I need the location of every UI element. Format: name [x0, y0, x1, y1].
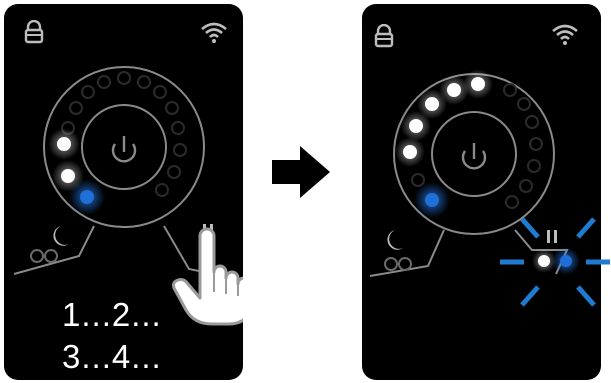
led-dot [57, 137, 71, 151]
count-line-1: 1...2... [62, 296, 162, 333]
led-dot-blue [80, 190, 94, 204]
led-dot [403, 145, 417, 159]
hand-pointer-icon [172, 227, 243, 326]
arrow-right-icon [272, 146, 330, 198]
device-before-panel: 1...2... 3...4... [4, 4, 243, 380]
moon-icon [387, 230, 403, 250]
moon-icon [53, 226, 69, 246]
led-dot [447, 83, 461, 97]
ring-control-after [369, 69, 580, 277]
led-dot [61, 169, 75, 183]
blink-rays-icon [500, 217, 610, 307]
count-line-2: 3...4... [62, 338, 162, 375]
device-after-panel [362, 4, 601, 380]
led-dot-blue [425, 193, 439, 207]
led-dot [425, 97, 439, 111]
led-dot [471, 77, 485, 91]
led-dot [409, 119, 423, 133]
